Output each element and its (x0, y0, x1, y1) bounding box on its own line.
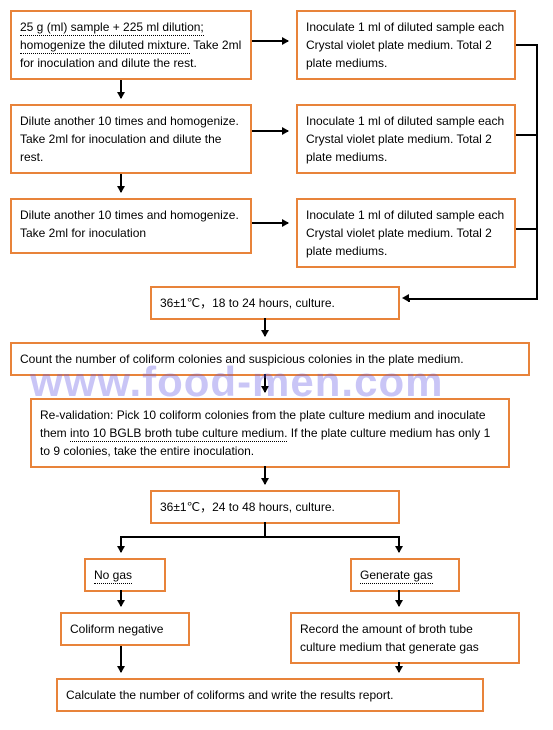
line-v1 (536, 44, 538, 300)
report-box: Calculate the number of coliforms and wr… (56, 678, 484, 712)
culture2-box: 36±1℃，24 to 48 hours, culture. (150, 490, 400, 524)
line-v2 (264, 522, 266, 536)
culture1-box: 36±1℃，18 to 24 hours, culture. (150, 286, 400, 320)
step2-dilute-box: Dilute another 10 times and homogenize. … (10, 104, 252, 174)
step1-inoc-box: Inoculate 1 ml of diluted sample each Cr… (296, 10, 516, 80)
line-h5 (120, 536, 400, 538)
line-h2 (516, 134, 536, 136)
arrow-d11 (398, 662, 400, 672)
arrow-d5 (264, 466, 266, 484)
step1-seg1: 25 g (ml) sample + 225 ml dilution; (20, 20, 204, 36)
neg-box: Coliform negative (60, 612, 190, 646)
arrow-d7 (398, 536, 400, 552)
arrow-d3 (264, 318, 266, 336)
step1-dilute-box: 25 g (ml) sample + 225 ml dilution; homo… (10, 10, 252, 80)
gengas-box: Generate gas (350, 558, 460, 592)
nogas-box: No gas (84, 558, 166, 592)
arrowhead-left (402, 294, 409, 302)
step1-seg2: homogenize the diluted mixture. (20, 38, 190, 54)
revalid-seg2: into 10 BGLB broth tube culture medium. (70, 426, 287, 442)
record-box: Record the amount of broth tube culture … (290, 612, 520, 664)
line-h4 (408, 298, 538, 300)
gengas-text: Generate gas (360, 568, 433, 584)
step3-inoc-box: Inoculate 1 ml of diluted sample each Cr… (296, 198, 516, 268)
arrow-r1 (252, 40, 288, 42)
arrow-d6 (120, 536, 122, 552)
arrow-d8 (120, 590, 122, 606)
arrow-d9 (398, 590, 400, 606)
line-h3 (516, 228, 536, 230)
step3-dilute-box: Dilute another 10 times and homogenize. … (10, 198, 252, 254)
revalid-box: Re-validation: Pick 10 coliform colonies… (30, 398, 510, 468)
arrow-d1 (120, 80, 122, 98)
arrow-d10 (120, 646, 122, 672)
count-box: Count the number of coliform colonies an… (10, 342, 530, 376)
arrow-d2 (120, 174, 122, 192)
arrow-r3 (252, 222, 288, 224)
arrow-d4 (264, 374, 266, 392)
line-h1 (516, 44, 536, 46)
step2-inoc-box: Inoculate 1 ml of diluted sample each Cr… (296, 104, 516, 174)
nogas-text: No gas (94, 568, 132, 584)
arrow-r2 (252, 130, 288, 132)
